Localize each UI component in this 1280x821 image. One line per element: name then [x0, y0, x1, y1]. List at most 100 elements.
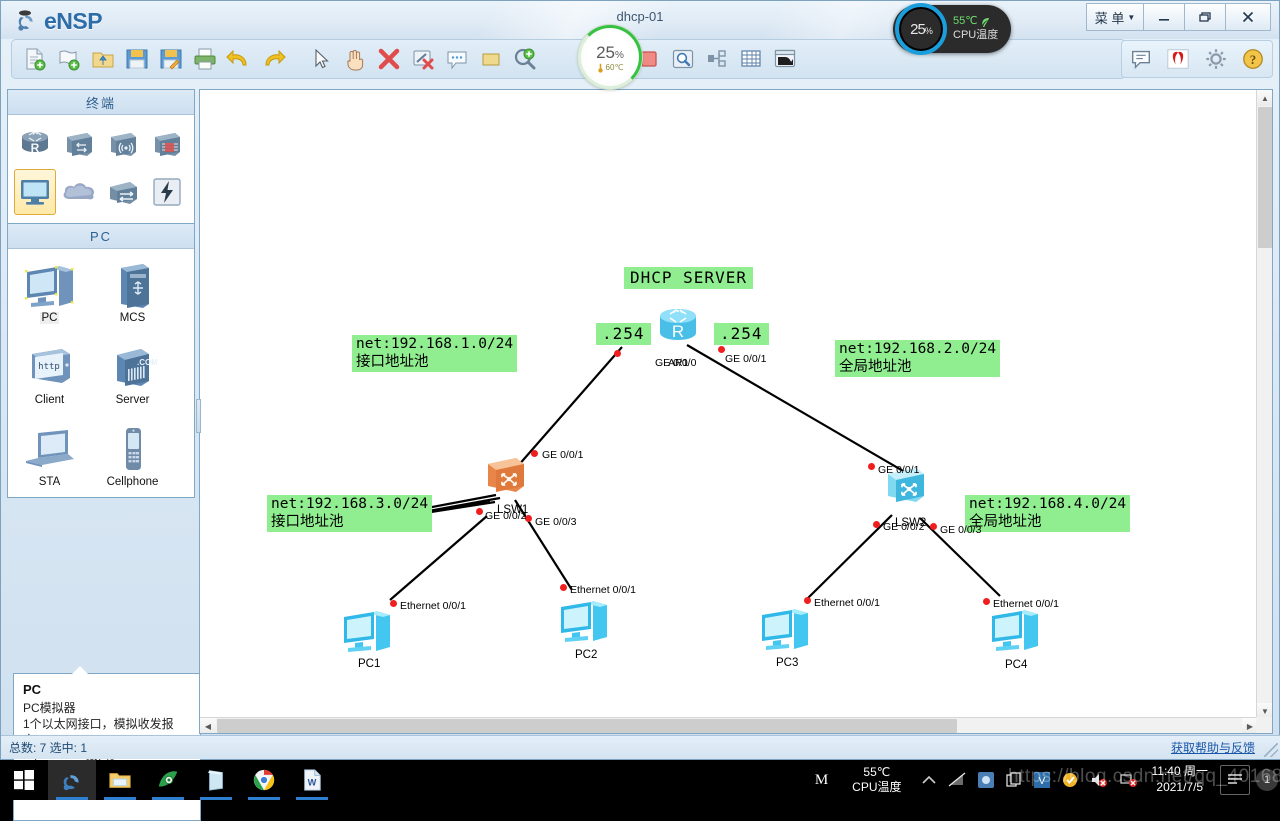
- input-method-indicator[interactable]: M: [805, 772, 838, 789]
- print-icon[interactable]: [190, 44, 220, 74]
- comment-icon[interactable]: [442, 44, 472, 74]
- tray-update-icon[interactable]: [1056, 772, 1084, 788]
- menu-button[interactable]: 菜 单 ▼: [1086, 3, 1144, 31]
- if-ar1-ge001: GE 0/0/1: [725, 353, 767, 365]
- cpu-usage-gauge: 25% 60℃: [578, 25, 642, 89]
- save-icon[interactable]: [122, 44, 152, 74]
- pool-4-tag[interactable]: net:192.168.4.0/24 全局地址池: [965, 495, 1131, 533]
- minimize-button[interactable]: [1144, 3, 1185, 31]
- resize-grip-icon[interactable]: [1264, 743, 1278, 757]
- device-lsw1[interactable]: [480, 452, 532, 503]
- hand-pan-icon[interactable]: [340, 44, 370, 74]
- undo-icon[interactable]: [224, 44, 254, 74]
- open-folder-icon[interactable]: [88, 44, 118, 74]
- scroll-left-icon[interactable]: ◀: [200, 718, 216, 733]
- feedback-icon[interactable]: [1126, 44, 1156, 74]
- taskbar-chrome[interactable]: [240, 760, 288, 800]
- pool-2-tag[interactable]: net:192.168.2.0/24 全局地址池: [835, 340, 1001, 378]
- leaf-icon: [981, 17, 989, 27]
- new-device-icon[interactable]: [54, 44, 84, 74]
- restore-window-icon[interactable]: [770, 44, 800, 74]
- start-button[interactable]: [0, 760, 48, 800]
- save-as-icon[interactable]: [156, 44, 186, 74]
- action-center-button[interactable]: [1220, 765, 1250, 795]
- topology-canvas-area[interactable]: R DHCP SERVER .254 .254 net:192.168.1.0/…: [199, 89, 1273, 734]
- switch-class[interactable]: [58, 121, 100, 167]
- windows-taskbar: W M 55℃ CPU温度 V 11:40 周一 2021/7/5 1: [0, 760, 1280, 800]
- vertical-scroll-thumb[interactable]: [1258, 107, 1272, 248]
- cpu-widget-label: CPU温度: [953, 29, 999, 41]
- rectangle-icon[interactable]: [476, 44, 506, 74]
- connector-dot-pc1: [390, 600, 397, 607]
- device-ar1[interactable]: R: [652, 304, 704, 355]
- panel-collapse-handle[interactable]: [196, 399, 201, 433]
- endpoint-class[interactable]: [14, 169, 56, 215]
- select-pointer-icon[interactable]: [306, 44, 336, 74]
- tray-app-icon[interactable]: [972, 772, 1000, 788]
- topology-tree-icon[interactable]: [702, 44, 732, 74]
- delete-icon[interactable]: [374, 44, 404, 74]
- remove-cable-icon[interactable]: [408, 44, 438, 74]
- gauge-ring-icon: [578, 25, 642, 89]
- capture-packet-icon[interactable]: [668, 44, 698, 74]
- device-pc2[interactable]: [555, 595, 613, 650]
- tray-cpu-temperature[interactable]: 55℃ CPU温度: [838, 765, 915, 795]
- router-class[interactable]: R: [14, 121, 56, 167]
- pool-3-tag[interactable]: net:192.168.3.0/24 接口地址池: [267, 495, 433, 533]
- firewall-class[interactable]: [146, 121, 188, 167]
- dhcp-server-tag[interactable]: DHCP SERVER: [624, 267, 753, 289]
- cpu-temperature-widget[interactable]: 25% 55℃ CPU温度: [893, 3, 1011, 55]
- tray-clock[interactable]: 11:40 周一 2021/7/5: [1144, 764, 1216, 795]
- tray-copy-icon[interactable]: [1000, 772, 1028, 788]
- palette-item-pc[interactable]: PC: [8, 259, 91, 341]
- redo-icon[interactable]: [258, 44, 288, 74]
- lanswitch-class[interactable]: [102, 169, 144, 215]
- palette-item-client[interactable]: http Client: [8, 341, 91, 423]
- wlan-class[interactable]: [102, 121, 144, 167]
- if-lsw2-ge003: GE 0/0/3: [940, 524, 982, 536]
- tray-cpu-value: 55℃: [863, 765, 891, 779]
- help-icon[interactable]: ?: [1238, 44, 1268, 74]
- new-topology-icon[interactable]: [20, 44, 50, 74]
- grid-icon[interactable]: [736, 44, 766, 74]
- zoom-in-icon[interactable]: [510, 44, 540, 74]
- tray-volume-muted-icon[interactable]: [1084, 772, 1114, 788]
- device-pc3[interactable]: [756, 603, 814, 658]
- close-button[interactable]: [1226, 3, 1271, 31]
- taskbar-wireshark[interactable]: [144, 760, 192, 800]
- tray-network-disconnected-icon[interactable]: [942, 772, 972, 788]
- canvas-vertical-scrollbar[interactable]: ▲ ▼: [1256, 90, 1272, 719]
- custom-class[interactable]: [146, 169, 188, 215]
- tray-network-error-icon[interactable]: [1114, 772, 1144, 788]
- palette-item-sta[interactable]: STA: [8, 423, 91, 505]
- taskbar-notepad[interactable]: [192, 760, 240, 800]
- notification-count-badge[interactable]: 1: [1256, 769, 1278, 791]
- cloud-class[interactable]: [58, 169, 100, 215]
- scroll-up-icon[interactable]: ▲: [1257, 90, 1272, 106]
- device-pc1[interactable]: [338, 605, 396, 660]
- router-right-ip-tag[interactable]: .254: [714, 323, 769, 345]
- canvas-horizontal-scrollbar[interactable]: ◀ ▶: [200, 717, 1258, 733]
- palette-item-cellphone[interactable]: Cellphone: [91, 423, 174, 505]
- settings-gear-icon[interactable]: [1201, 44, 1231, 74]
- taskbar-word[interactable]: W: [288, 760, 336, 800]
- cpu-widget-percent: 25: [910, 20, 926, 38]
- tray-visio-icon[interactable]: V: [1028, 772, 1056, 788]
- device-label-pc4: PC4: [1005, 659, 1028, 671]
- topology-canvas[interactable]: R DHCP SERVER .254 .254 net:192.168.1.0/…: [200, 90, 1258, 718]
- taskbar-explorer[interactable]: [96, 760, 144, 800]
- router-left-ip-tag[interactable]: .254: [596, 323, 651, 345]
- palette-label-pc: PC: [39, 312, 60, 324]
- palette-item-mcs[interactable]: MCS: [91, 259, 174, 341]
- taskbar-ensp[interactable]: [48, 760, 96, 800]
- device-pc4[interactable]: [986, 604, 1044, 659]
- restore-button[interactable]: [1185, 3, 1226, 31]
- tray-expand-chevron-icon[interactable]: [916, 775, 942, 785]
- device-list: PC MCS http Client .COM Server STA Cellp…: [8, 249, 194, 497]
- palette-item-server[interactable]: .COM Server: [91, 341, 174, 423]
- huawei-logo-icon[interactable]: [1163, 44, 1193, 74]
- pool-1-tag[interactable]: net:192.168.1.0/24 接口地址池: [352, 335, 518, 373]
- device-label-pc1: PC1: [358, 658, 381, 670]
- chrome-icon: [253, 769, 275, 791]
- horizontal-scroll-thumb[interactable]: [217, 719, 957, 733]
